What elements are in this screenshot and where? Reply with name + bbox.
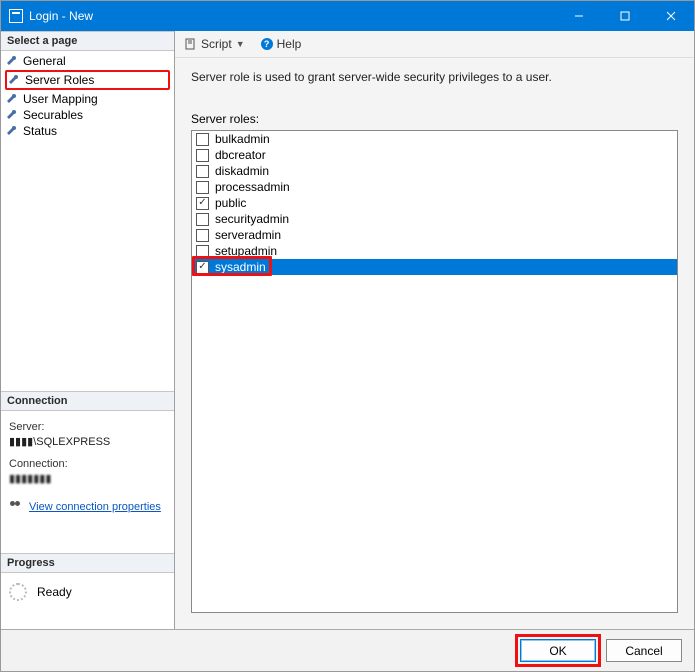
wrench-icon (7, 109, 19, 121)
checkbox[interactable] (196, 261, 209, 274)
role-setupadmin[interactable]: setupadmin (192, 243, 677, 259)
checkbox[interactable] (196, 213, 209, 226)
maximize-button[interactable] (602, 1, 648, 31)
progress-header: Progress (1, 553, 174, 573)
sidebar: Select a page General Server Roles User … (1, 31, 175, 629)
view-connection-properties[interactable]: View connection properties (1, 501, 174, 513)
ok-label: OK (549, 644, 566, 658)
content-pane: Script ▼ ? Help Server role is used to g… (175, 31, 694, 629)
role-label: dbcreator (215, 148, 266, 162)
page-status[interactable]: Status (5, 123, 170, 139)
wrench-icon (7, 125, 19, 137)
view-connection-link[interactable]: View connection properties (29, 501, 161, 513)
connection-block: Server: ▮▮▮▮\SQLEXPRESS Connection: ▮▮▮▮… (1, 411, 174, 491)
connection-value: ▮▮▮▮▮▮▮ (9, 472, 166, 485)
role-label: securityadmin (215, 212, 289, 226)
role-label: diskadmin (215, 164, 269, 178)
description-text: Server role is used to grant server-wide… (191, 70, 678, 84)
script-button[interactable]: Script (201, 37, 232, 51)
app-icon (9, 9, 23, 23)
wrench-icon (7, 93, 19, 105)
script-icon (185, 38, 197, 50)
role-serveradmin[interactable]: serveradmin (192, 227, 677, 243)
dialog-footer: OK Cancel (1, 629, 694, 671)
role-label: sysadmin (215, 260, 266, 274)
connection-label: Connection: (9, 458, 166, 470)
server-roles-label: Server roles: (191, 112, 678, 126)
role-dbcreator[interactable]: dbcreator (192, 147, 677, 163)
checkbox[interactable] (196, 181, 209, 194)
page-server-roles[interactable]: Server Roles (5, 70, 170, 90)
role-bulkadmin[interactable]: bulkadmin (192, 131, 677, 147)
server-value: ▮▮▮▮\SQLEXPRESS (9, 435, 166, 448)
page-user-mapping[interactable]: User Mapping (5, 91, 170, 107)
role-processadmin[interactable]: processadmin (192, 179, 677, 195)
wrench-icon (9, 74, 21, 86)
role-label: processadmin (215, 180, 290, 194)
page-general[interactable]: General (5, 53, 170, 69)
role-sysadmin[interactable]: sysadmin (192, 259, 677, 275)
page-label: Securables (23, 108, 83, 122)
server-label: Server: (9, 421, 166, 433)
role-securityadmin[interactable]: securityadmin (192, 211, 677, 227)
progress-block: Ready (1, 573, 174, 611)
checkbox[interactable] (196, 133, 209, 146)
checkbox[interactable] (196, 165, 209, 178)
help-icon: ? (261, 38, 273, 50)
checkbox[interactable] (196, 245, 209, 258)
role-label: serveradmin (215, 228, 281, 242)
checkbox[interactable] (196, 197, 209, 210)
cancel-button[interactable]: Cancel (606, 639, 682, 662)
checkbox[interactable] (196, 229, 209, 242)
page-label: Status (23, 124, 57, 138)
select-page-header: Select a page (1, 31, 174, 51)
close-button[interactable] (648, 1, 694, 31)
window-title: Login - New (29, 9, 93, 23)
page-list: General Server Roles User Mapping Secura… (1, 51, 174, 141)
role-label: setupadmin (215, 244, 277, 258)
wrench-icon (7, 55, 19, 67)
page-label: Server Roles (25, 73, 94, 87)
cancel-label: Cancel (625, 644, 662, 658)
progress-status: Ready (37, 585, 72, 599)
title-bar: Login - New (1, 1, 694, 31)
script-dropdown-icon[interactable]: ▼ (236, 39, 245, 49)
spinner-icon (9, 583, 27, 601)
role-diskadmin[interactable]: diskadmin (192, 163, 677, 179)
role-public[interactable]: public (192, 195, 677, 211)
minimize-button[interactable] (556, 1, 602, 31)
page-label: General (23, 54, 66, 68)
role-label: public (215, 196, 246, 210)
role-label: bulkadmin (215, 132, 270, 146)
page-label: User Mapping (23, 92, 98, 106)
page-securables[interactable]: Securables (5, 107, 170, 123)
help-button[interactable]: Help (277, 37, 302, 51)
connection-header: Connection (1, 391, 174, 411)
checkbox[interactable] (196, 149, 209, 162)
ok-button[interactable]: OK (520, 639, 596, 662)
people-icon (9, 501, 23, 513)
toolbar: Script ▼ ? Help (175, 31, 694, 58)
server-roles-listbox[interactable]: bulkadmin dbcreator diskadmin processadm… (191, 130, 678, 613)
